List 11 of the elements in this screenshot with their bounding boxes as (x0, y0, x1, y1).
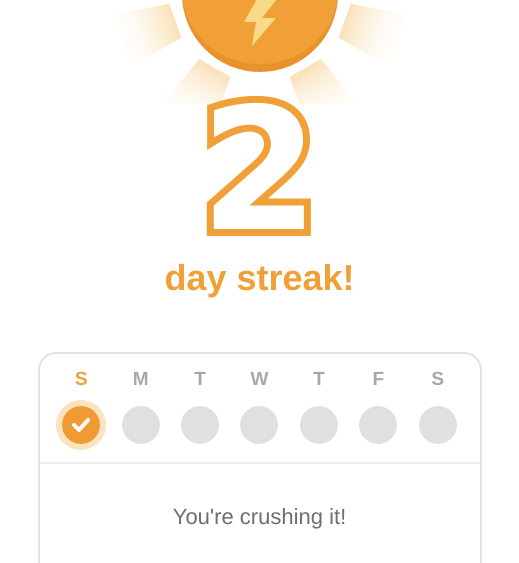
day-label: T (194, 368, 206, 392)
day-label: S (74, 368, 88, 392)
day-label: F (372, 368, 384, 392)
day-label: M (132, 368, 149, 392)
streak-count: 2 (200, 96, 319, 246)
day-label: S (431, 368, 444, 392)
encouragement-text: You're crushing it! (172, 504, 348, 530)
day-label: W (250, 368, 268, 392)
day-label: T (313, 368, 325, 392)
streak-label: day streak! (164, 256, 355, 300)
check-icon (71, 417, 92, 433)
